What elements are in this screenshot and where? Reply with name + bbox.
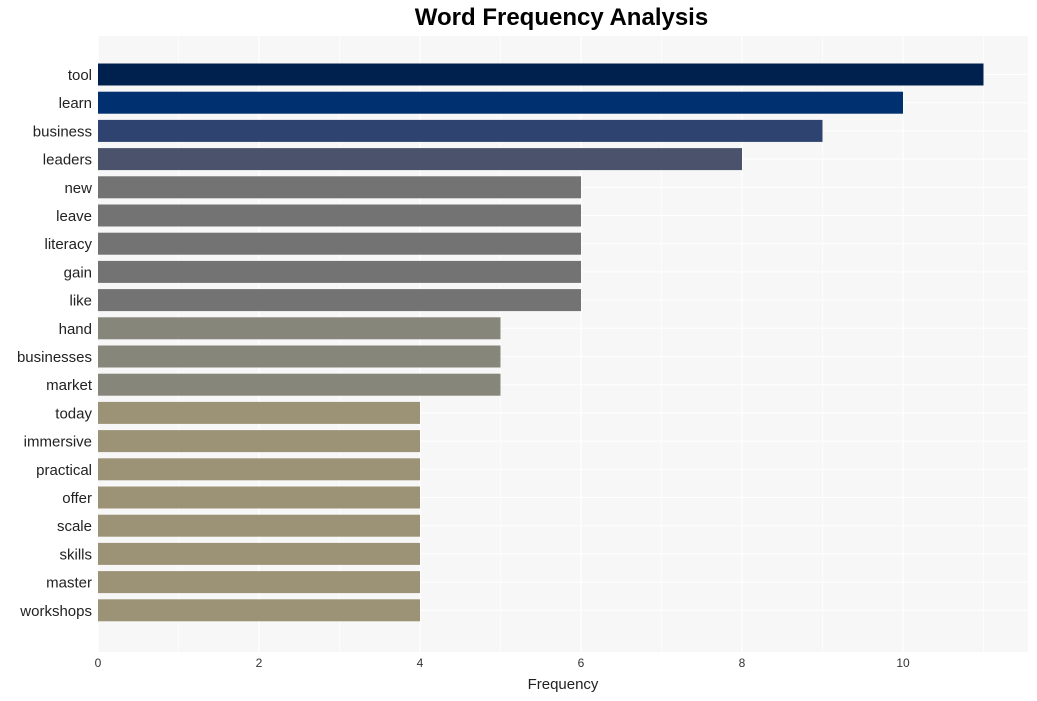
y-tick-label: new bbox=[64, 180, 92, 197]
y-tick-label: market bbox=[46, 377, 93, 394]
y-tick-label: businesses bbox=[17, 349, 92, 366]
bar-master bbox=[98, 571, 420, 594]
bar-immersive bbox=[98, 430, 420, 453]
y-tick-label: practical bbox=[36, 462, 92, 479]
bar-today bbox=[98, 401, 420, 424]
x-tick-label: 8 bbox=[739, 656, 746, 670]
bar-practical bbox=[98, 458, 420, 481]
y-tick-label: today bbox=[55, 405, 92, 422]
bar-leaders bbox=[98, 148, 742, 171]
x-tick-labels: 0 2 4 6 8 10 bbox=[95, 656, 910, 670]
bar-business bbox=[98, 119, 823, 142]
bar-workshops bbox=[98, 599, 420, 622]
y-tick-label: leaders bbox=[43, 152, 92, 169]
bar-leave bbox=[98, 204, 581, 227]
y-tick-label: leave bbox=[56, 208, 92, 225]
bar-chart: tool learn business leaders new leave literacy… bbox=[17, 36, 1028, 693]
bar-tool bbox=[98, 63, 984, 86]
bar-literacy bbox=[98, 232, 581, 255]
y-tick-labels: tool learn business leaders new leave literacy… bbox=[17, 67, 93, 620]
y-tick-label: gain bbox=[64, 264, 92, 281]
y-tick-label: learn bbox=[59, 95, 92, 112]
bar-market bbox=[98, 373, 501, 396]
y-tick-label: immersive bbox=[24, 434, 92, 451]
x-tick-label: 2 bbox=[256, 656, 263, 670]
bar-like bbox=[98, 289, 581, 312]
x-tick-label: 6 bbox=[578, 656, 585, 670]
bar-hand bbox=[98, 317, 501, 340]
x-tick-label: 0 bbox=[95, 656, 102, 670]
x-tick-label: 10 bbox=[896, 656, 910, 670]
bar-learn bbox=[98, 91, 903, 114]
bar-scale bbox=[98, 514, 420, 537]
x-tick-label: 4 bbox=[417, 656, 424, 670]
x-axis-label: Frequency bbox=[528, 676, 599, 693]
y-tick-label: literacy bbox=[44, 236, 92, 253]
y-tick-label: offer bbox=[62, 490, 92, 507]
y-tick-label: like bbox=[69, 293, 92, 310]
y-tick-label: skills bbox=[60, 546, 93, 563]
y-tick-label: business bbox=[33, 123, 92, 140]
bar-new bbox=[98, 176, 581, 199]
bar-businesses bbox=[98, 345, 501, 368]
y-tick-label: hand bbox=[59, 321, 92, 338]
y-tick-label: master bbox=[46, 575, 92, 592]
bar-skills bbox=[98, 542, 420, 565]
y-tick-label: tool bbox=[68, 67, 92, 84]
y-tick-label: scale bbox=[57, 518, 92, 535]
bar-gain bbox=[98, 260, 581, 283]
bar-offer bbox=[98, 486, 420, 509]
y-tick-label: workshops bbox=[19, 603, 92, 620]
